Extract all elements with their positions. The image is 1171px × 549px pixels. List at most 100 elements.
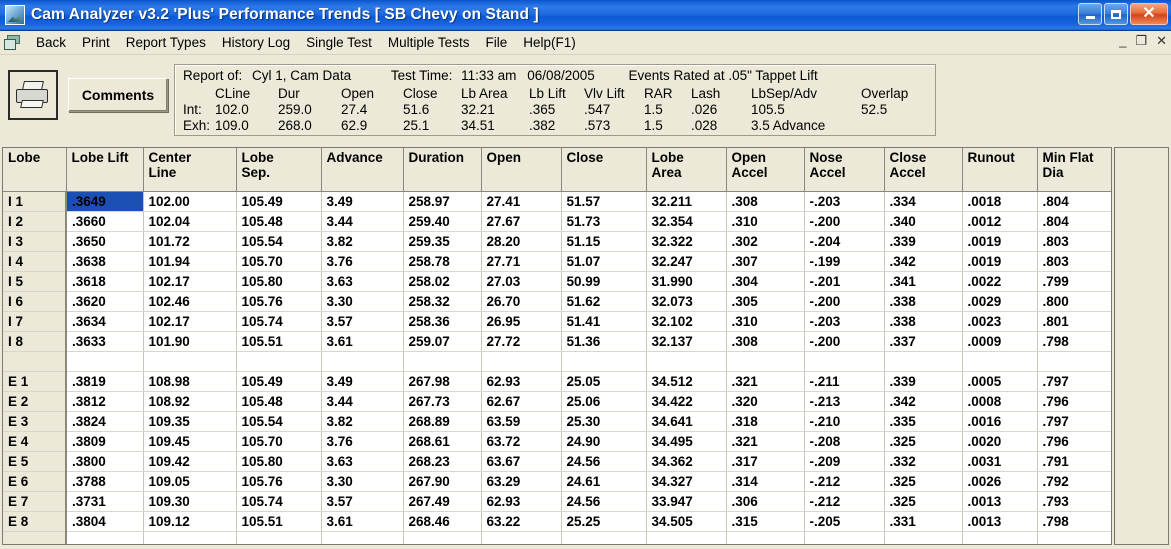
data-cell[interactable]: 27.67 <box>481 211 562 232</box>
lobe-label-cell[interactable]: E 7 <box>3 491 67 512</box>
data-cell[interactable]: 3.57 <box>321 491 404 512</box>
data-cell[interactable]: .310 <box>726 211 805 232</box>
data-cell[interactable]: -.212 <box>804 471 885 492</box>
data-cell[interactable]: 34.327 <box>646 471 727 492</box>
data-cell[interactable]: 105.76 <box>236 291 322 312</box>
data-cell[interactable]: 3.57 <box>321 311 404 332</box>
menu-item-multiple-tests[interactable]: Multiple Tests <box>380 33 478 52</box>
data-cell[interactable] <box>1037 531 1111 544</box>
lobe-label-cell[interactable]: I 7 <box>3 311 67 332</box>
data-cell[interactable]: .0013 <box>962 511 1038 532</box>
data-cell[interactable]: 32.211 <box>646 191 727 212</box>
menu-item-print[interactable]: Print <box>74 33 118 52</box>
data-cell[interactable]: .3788 <box>66 471 144 492</box>
data-cell[interactable]: -.213 <box>804 391 885 412</box>
data-cell[interactable]: 34.495 <box>646 431 727 452</box>
lobe-label-cell[interactable]: I 2 <box>3 211 67 232</box>
data-cell[interactable]: .0013 <box>962 491 1038 512</box>
data-cell[interactable]: 258.78 <box>403 251 482 272</box>
data-cell[interactable]: 3.30 <box>321 471 404 492</box>
data-cell[interactable]: .325 <box>884 431 963 452</box>
data-cell[interactable]: 24.61 <box>561 471 647 492</box>
table-row[interactable]: I 4.3638 101.94 105.70 3.76 258.78 27.71 51.07… <box>3 251 1111 272</box>
lobe-label-cell[interactable]: I 8 <box>3 331 67 352</box>
data-cell[interactable]: 258.02 <box>403 271 482 292</box>
lobe-label-cell[interactable] <box>3 351 67 372</box>
data-cell[interactable]: 27.03 <box>481 271 562 292</box>
data-cell[interactable]: .342 <box>884 391 963 412</box>
data-cell[interactable]: -.201 <box>804 271 885 292</box>
data-cell[interactable]: .341 <box>884 271 963 292</box>
data-cell[interactable]: .0018 <box>962 191 1038 212</box>
data-cell[interactable]: .325 <box>884 471 963 492</box>
data-cell[interactable]: 32.073 <box>646 291 727 312</box>
data-cell[interactable]: .3819 <box>66 371 144 392</box>
data-cell[interactable]: 101.72 <box>143 231 237 252</box>
data-cell[interactable]: -.200 <box>804 291 885 312</box>
table-row[interactable]: E 1.3819 108.98 105.49 3.49 267.98 62.93 25.05… <box>3 371 1111 392</box>
data-cell[interactable]: 109.45 <box>143 431 237 452</box>
minimize-button[interactable] <box>1078 3 1102 25</box>
data-cell[interactable]: 105.76 <box>236 471 322 492</box>
data-cell[interactable]: .310 <box>726 311 805 332</box>
data-cell[interactable]: .3634 <box>66 311 144 332</box>
menu-item-report-types[interactable]: Report Types <box>118 33 214 52</box>
data-cell[interactable]: 32.354 <box>646 211 727 232</box>
data-cell[interactable] <box>481 531 562 544</box>
table-row[interactable]: I 5.3618 102.17 105.80 3.63 258.02 27.03 50.99… <box>3 271 1111 292</box>
table-col-header-5[interactable]: Duration <box>403 148 482 192</box>
data-cell[interactable]: 267.98 <box>403 371 482 392</box>
table-col-header-3[interactable]: Lobe Sep. <box>236 148 322 192</box>
data-cell[interactable]: 101.94 <box>143 251 237 272</box>
data-cell[interactable]: .793 <box>1037 491 1111 512</box>
data-cell[interactable]: 24.56 <box>561 491 647 512</box>
data-cell[interactable]: .334 <box>884 191 963 212</box>
data-cell[interactable]: .800 <box>1037 291 1111 312</box>
table-row[interactable]: E 2.3812 108.92 105.48 3.44 267.73 62.67 25.06… <box>3 391 1111 412</box>
data-cell[interactable]: 108.98 <box>143 371 237 392</box>
table-row[interactable]: E 8.3804 109.12 105.51 3.61 268.46 63.22 25.25… <box>3 511 1111 532</box>
data-cell[interactable]: .318 <box>726 411 805 432</box>
data-cell[interactable]: 62.93 <box>481 371 562 392</box>
data-cell[interactable]: .0026 <box>962 471 1038 492</box>
data-cell[interactable]: 258.97 <box>403 191 482 212</box>
lobe-label-cell[interactable]: I 1 <box>3 191 67 212</box>
data-cell[interactable]: .320 <box>726 391 805 412</box>
menu-item-back[interactable]: Back <box>28 33 74 52</box>
data-cell[interactable]: 105.54 <box>236 411 322 432</box>
data-cell[interactable]: 259.40 <box>403 211 482 232</box>
data-cell[interactable]: 102.17 <box>143 271 237 292</box>
data-cell[interactable] <box>646 531 727 544</box>
data-cell[interactable] <box>66 531 144 544</box>
data-cell[interactable]: 268.23 <box>403 451 482 472</box>
data-cell[interactable]: 105.74 <box>236 491 322 512</box>
menu-item-file[interactable]: File <box>477 33 515 52</box>
data-cell[interactable]: .338 <box>884 291 963 312</box>
data-cell[interactable]: 3.82 <box>321 411 404 432</box>
data-cell[interactable]: .0031 <box>962 451 1038 472</box>
data-cell[interactable]: 105.70 <box>236 251 322 272</box>
data-cell[interactable]: .317 <box>726 451 805 472</box>
data-cell[interactable]: .339 <box>884 371 963 392</box>
lobe-label-cell[interactable]: I 3 <box>3 231 67 252</box>
data-cell[interactable]: .325 <box>884 491 963 512</box>
data-cell[interactable]: 31.990 <box>646 271 727 292</box>
data-cell[interactable]: .314 <box>726 471 805 492</box>
table-col-header-10[interactable]: Nose Accel <box>804 148 885 192</box>
data-cell[interactable] <box>561 531 647 544</box>
data-cell[interactable]: 3.61 <box>321 331 404 352</box>
data-cell[interactable]: 258.36 <box>403 311 482 332</box>
data-cell[interactable]: .321 <box>726 371 805 392</box>
data-cell[interactable]: -.212 <box>804 491 885 512</box>
data-cell[interactable]: 102.46 <box>143 291 237 312</box>
data-cell[interactable]: 258.32 <box>403 291 482 312</box>
table-row[interactable]: I 2.3660 102.04 105.48 3.44 259.40 27.67 51.73… <box>3 211 1111 232</box>
data-cell[interactable] <box>143 531 237 544</box>
data-cell[interactable]: 50.99 <box>561 271 647 292</box>
data-cell[interactable]: .3660 <box>66 211 144 232</box>
data-cell[interactable]: 3.82 <box>321 231 404 252</box>
data-cell[interactable]: .342 <box>884 251 963 272</box>
data-cell[interactable] <box>481 351 562 372</box>
data-cell[interactable]: .304 <box>726 271 805 292</box>
data-cell[interactable]: .796 <box>1037 431 1111 452</box>
